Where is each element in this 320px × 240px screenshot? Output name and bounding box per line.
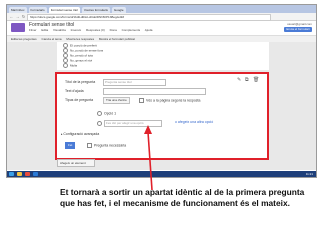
arrow-line xyxy=(147,131,153,191)
arrow-head xyxy=(144,125,152,134)
instruction-caption: Et tornarà a sortir un apartat idèntic a… xyxy=(60,187,315,208)
caption-line-1: Et tornarà a sortir un apartat idèntic a… xyxy=(60,187,305,197)
caption-line-2: que has fet, i el mecanisme de funcionam… xyxy=(60,197,290,208)
